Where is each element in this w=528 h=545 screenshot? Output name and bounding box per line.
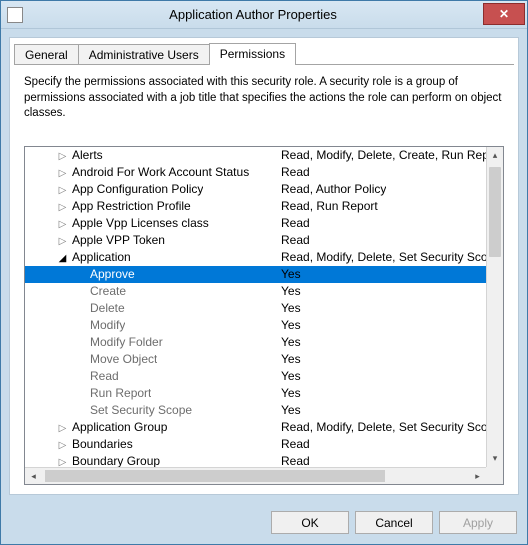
scroll-down-arrow-icon[interactable]: ▾ — [487, 450, 503, 467]
expand-icon[interactable]: ▷ — [55, 164, 70, 181]
permission-item[interactable]: ▷Android For Work Account Status Read — [25, 164, 503, 181]
dialog-window: Application Author Properties ✕ General … — [0, 0, 528, 545]
permission-subitem[interactable]: Move Object Yes — [25, 351, 503, 368]
item-name: Android For Work Account Status — [70, 164, 249, 181]
panel-description: Specify the permissions associated with … — [24, 75, 504, 122]
item-value: Yes — [281, 402, 301, 419]
item-value: Read, Modify, Delete, Set Security Scope… — [281, 419, 503, 436]
close-button[interactable]: ✕ — [483, 3, 525, 25]
cancel-button[interactable]: Cancel — [355, 511, 433, 534]
permission-item[interactable]: ▷Alerts Read, Modify, Delete, Create, Run… — [25, 147, 503, 164]
permission-subitem[interactable]: Delete Yes — [25, 300, 503, 317]
item-name: Alerts — [70, 147, 103, 164]
ok-button[interactable]: OK — [271, 511, 349, 534]
no-expander — [73, 317, 88, 334]
no-expander — [73, 300, 88, 317]
item-value: Read, Modify, Delete, Set Security Scope… — [281, 249, 503, 266]
permission-subitem[interactable]: Run Report Yes — [25, 385, 503, 402]
item-value: Read — [281, 164, 310, 181]
item-name: Move Object — [88, 351, 157, 368]
permission-item[interactable]: ▷Apple Vpp Licenses class Read — [25, 215, 503, 232]
item-name: Delete — [88, 300, 125, 317]
permission-subitem[interactable]: Create Yes — [25, 283, 503, 300]
scroll-thumb-horizontal[interactable] — [45, 470, 385, 482]
permission-item[interactable]: ◢Application Read, Modify, Delete, Set Se… — [25, 249, 503, 266]
permission-subitem[interactable]: Approve Yes — [25, 266, 503, 283]
expand-icon[interactable]: ▷ — [55, 232, 70, 249]
item-name: Application Group — [70, 419, 167, 436]
permission-subitem[interactable]: Set Security Scope Yes — [25, 402, 503, 419]
expand-icon[interactable]: ▷ — [55, 419, 70, 436]
scroll-right-arrow-icon[interactable]: ▸ — [469, 468, 486, 485]
permission-subitem[interactable]: Modify Yes — [25, 317, 503, 334]
tab-permissions[interactable]: Permissions — [209, 43, 296, 65]
permission-subitem[interactable]: Read Yes — [25, 368, 503, 385]
apply-button[interactable]: Apply — [439, 511, 517, 534]
tab-general[interactable]: General — [14, 44, 79, 66]
item-value: Yes — [281, 385, 301, 402]
item-name: Boundaries — [70, 436, 133, 453]
expand-icon[interactable]: ▷ — [55, 215, 70, 232]
item-name: Approve — [88, 266, 135, 283]
permission-item[interactable]: ▷Application Group Read, Modify, Delete, … — [25, 419, 503, 436]
scroll-thumb-vertical[interactable] — [489, 167, 501, 257]
permission-item[interactable]: ▷App Configuration Policy Read, Author Po… — [25, 181, 503, 198]
no-expander — [73, 385, 88, 402]
tabstrip: General Administrative Users Permissions — [10, 37, 518, 65]
item-value: Yes — [281, 317, 301, 334]
item-name: App Restriction Profile — [70, 198, 191, 215]
item-name: Run Report — [88, 385, 151, 402]
item-name: Set Security Scope — [88, 402, 192, 419]
item-name: Apple Vpp Licenses class — [70, 215, 209, 232]
item-value: Read — [281, 436, 310, 453]
vertical-scrollbar[interactable]: ▴ ▾ — [486, 147, 503, 467]
scroll-up-arrow-icon[interactable]: ▴ — [487, 147, 503, 164]
permission-item[interactable]: ▷Boundaries Read — [25, 436, 503, 453]
titlebar: Application Author Properties ✕ — [1, 1, 527, 29]
item-name: Application — [70, 249, 131, 266]
item-value: Yes — [281, 334, 301, 351]
window-title: Application Author Properties — [23, 7, 483, 22]
no-expander — [73, 283, 88, 300]
item-value: Read — [281, 232, 310, 249]
no-expander — [73, 368, 88, 385]
item-name: App Configuration Policy — [70, 181, 203, 198]
no-expander — [73, 351, 88, 368]
system-icon — [7, 7, 23, 23]
item-value: Yes — [281, 283, 301, 300]
item-name: Read — [88, 368, 119, 385]
item-value: Yes — [281, 300, 301, 317]
horizontal-scrollbar[interactable]: ◂ ▸ — [25, 467, 486, 484]
collapse-icon[interactable]: ◢ — [55, 249, 70, 266]
close-icon: ✕ — [499, 7, 509, 21]
no-expander — [73, 334, 88, 351]
dialog-button-bar: OK Cancel Apply — [1, 503, 527, 544]
item-value: Yes — [281, 266, 301, 283]
expand-icon[interactable]: ▷ — [55, 198, 70, 215]
item-value: Read, Author Policy — [281, 181, 386, 198]
tab-administrative-users[interactable]: Administrative Users — [78, 44, 210, 66]
expand-icon[interactable]: ▷ — [55, 436, 70, 453]
item-name: Create — [88, 283, 126, 300]
permissions-panel: Specify the permissions associated with … — [14, 64, 514, 489]
no-expander — [73, 266, 88, 283]
permissions-tree[interactable]: ▷AlertsRead, Modify, Delete, Create, Run… — [24, 146, 504, 485]
permission-item[interactable]: ▷App Restriction Profile Read, Run Report — [25, 198, 503, 215]
item-value: Yes — [281, 368, 301, 385]
item-name: Apple VPP Token — [70, 232, 165, 249]
item-value: Yes — [281, 351, 301, 368]
expand-icon[interactable]: ▷ — [55, 181, 70, 198]
item-value: Read, Run Report — [281, 198, 378, 215]
permission-item[interactable]: ▷Apple VPP Token Read — [25, 232, 503, 249]
no-expander — [73, 402, 88, 419]
item-value: Read — [281, 215, 310, 232]
scroll-left-arrow-icon[interactable]: ◂ — [25, 468, 42, 485]
item-value: Read, Modify, Delete, Create, Run Report… — [281, 147, 503, 164]
expand-icon[interactable]: ▷ — [55, 147, 70, 164]
client-area: General Administrative Users Permissions… — [9, 37, 519, 495]
item-name: Modify — [88, 317, 125, 334]
permission-subitem[interactable]: Modify Folder Yes — [25, 334, 503, 351]
item-name: Modify Folder — [88, 334, 163, 351]
scrollbar-corner — [486, 467, 503, 484]
